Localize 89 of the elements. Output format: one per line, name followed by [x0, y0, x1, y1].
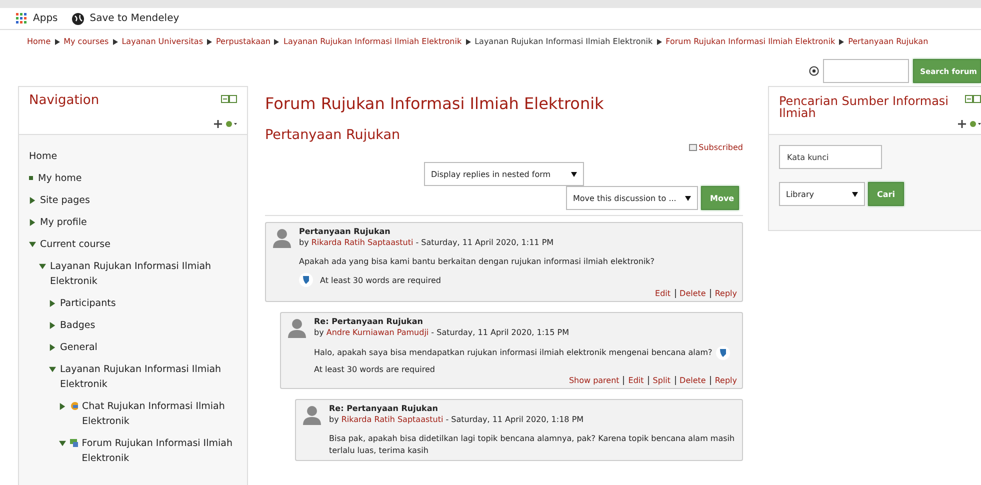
avatar-icon: [271, 227, 293, 249]
collapsed-arrow-icon[interactable]: [49, 322, 56, 329]
breadcrumb-link[interactable]: Home: [27, 37, 51, 46]
dropdown-caret-icon: [685, 196, 691, 200]
author-link[interactable]: Andre Kurniawan Pamudji: [326, 328, 429, 337]
dropdown-caret-icon: [852, 192, 858, 196]
post-message: Bisa pak, apakah bisa didetilkan lagi topik bencana alamnya, pak? Karena topik bencana alam masih terlalu luas, terima kasih: [329, 433, 736, 457]
bookmark-item[interactable]: Apps: [16, 13, 58, 24]
expanded-arrow-icon[interactable]: [39, 263, 46, 270]
move-icon[interactable]: [958, 120, 966, 128]
chat-icon: [70, 401, 78, 411]
breadcrumb-current: Layanan Rujukan Informasi Ilmiah Elektronik: [474, 37, 653, 46]
post-byline: by Rikarda Ratih Saptaastuti - Saturday, 11 April 2020, 1:11 PM: [299, 238, 555, 247]
forum-title: Forum Rujukan Informasi Ilmiah Elektronik: [265, 94, 605, 113]
collapsed-arrow-icon[interactable]: [29, 197, 36, 204]
post-action-link[interactable]: Reply: [714, 289, 737, 298]
expanded-arrow-icon[interactable]: [49, 366, 56, 373]
post-action-link[interactable]: Edit: [655, 289, 671, 298]
nav-link[interactable]: Current course: [40, 237, 110, 252]
post-byline: by Rikarda Ratih Saptaastuti - Saturday, 11 April 2020, 1:18 PM: [329, 415, 585, 424]
discussion-title: Pertanyaan Rujukan: [265, 127, 402, 143]
breadcrumb-link[interactable]: Layanan Universitas: [122, 37, 203, 46]
nav-link[interactable]: Forum Rujukan Informasi Ilmiah Elektronik: [82, 436, 237, 466]
post-action-link[interactable]: Edit: [628, 376, 644, 385]
dock-icon[interactable]: [965, 95, 981, 103]
shield-icon: [716, 346, 730, 360]
post-action-link[interactable]: Show parent: [568, 376, 620, 385]
nav-link[interactable]: Site pages: [40, 193, 90, 208]
post-subject: Pertanyaan Rujukan: [299, 227, 392, 236]
nav-link[interactable]: Participants: [60, 296, 116, 311]
notice-text: At least 30 words are required: [320, 276, 442, 284]
notice-text: At least 30 words are required: [314, 365, 436, 374]
move-discussion-select[interactable]: Move this discussion to ...: [566, 186, 698, 210]
breadcrumb-link[interactable]: Layanan Rujukan Informasi Ilmiah Elektronik: [283, 37, 462, 46]
breadcrumb-separator-icon: [207, 38, 212, 44]
bullet-icon: [29, 176, 34, 181]
post-byline: by Andre Kurniawan Pamudji - Saturday, 11 April 2020, 1:15 PM: [314, 328, 570, 337]
author-link[interactable]: Rikarda Ratih Saptaastuti: [341, 415, 444, 424]
keyword-field[interactable]: Kata kunci: [779, 145, 882, 169]
nav-link[interactable]: Chat Rujukan Informasi Ilmiah Elektronik: [82, 399, 237, 429]
post-message: Halo, apakah saya bisa mendapatkan rujukan informasi ilmiah elektronik mengenai bencana alam?: [314, 347, 712, 359]
post-message: Apakah ada yang bisa kami bantu berkaitan dengan rujukan informasi ilmiah elektronik?: [299, 256, 655, 268]
dock-icon[interactable]: [221, 95, 237, 103]
expanded-arrow-icon[interactable]: [29, 241, 36, 248]
avatar-icon: [286, 317, 308, 339]
checkbox-icon: [688, 144, 697, 151]
breadcrumb-separator-icon: [274, 38, 280, 44]
breadcrumb-link[interactable]: Forum Rujukan Informasi Ilmiah Elektronik: [666, 37, 836, 46]
forum-icon: [70, 438, 78, 448]
breadcrumb-link[interactable]: Perpustakaan: [216, 37, 270, 46]
collapsed-arrow-icon[interactable]: [59, 403, 66, 410]
breadcrumb-separator-icon: [839, 38, 844, 44]
post-action-link[interactable]: Split: [652, 376, 671, 385]
subscribed-link[interactable]: Subscribed: [688, 143, 743, 152]
post-subject: Re: Pertanyaan Rujukan: [314, 317, 424, 326]
post-subject: Re: Pertanyaan Rujukan: [329, 404, 439, 413]
collapsed-arrow-icon[interactable]: [29, 219, 36, 226]
nav-link[interactable]: Badges: [60, 318, 96, 333]
breadcrumb-separator-icon: [112, 38, 118, 44]
nav-link[interactable]: Layanan Rujukan Informasi Ilmiah Elektronik: [50, 259, 237, 289]
globe-icon: [72, 12, 84, 24]
shield-icon: [299, 273, 313, 287]
post-action-link[interactable]: Reply: [714, 376, 737, 385]
apps-grid-icon: [16, 13, 27, 24]
nav-link[interactable]: My profile: [40, 215, 87, 230]
author-link[interactable]: Rikarda Ratih Saptaastuti: [311, 238, 414, 247]
nav-link[interactable]: Layanan Rujukan Informasi Ilmiah Elektronik: [60, 362, 237, 392]
post-action-link[interactable]: Delete: [680, 376, 706, 385]
nav-link[interactable]: My home: [38, 171, 82, 186]
post-action-link[interactable]: Delete: [680, 289, 706, 298]
expanded-arrow-icon[interactable]: [59, 440, 66, 447]
block-title: Navigation: [29, 95, 100, 107]
move-icon[interactable]: [214, 120, 222, 128]
breadcrumb-separator-icon: [656, 38, 662, 44]
display-mode-select[interactable]: Display replies in nested form: [424, 162, 584, 186]
forum-search-field[interactable]: [823, 59, 910, 83]
avatar-icon: [301, 404, 323, 426]
bookmark-item[interactable]: Save to Mendeley: [72, 12, 180, 24]
dropdown-caret-icon: [571, 172, 577, 176]
breadcrumb-link[interactable]: Pertanyaan Rujukan: [848, 37, 928, 46]
nav-link[interactable]: General: [60, 340, 98, 355]
nav-link[interactable]: Home: [29, 149, 58, 164]
breadcrumb-separator-icon: [54, 38, 60, 44]
library-select[interactable]: Library: [779, 182, 865, 206]
breadcrumb-link[interactable]: My courses: [64, 37, 109, 46]
breadcrumb-separator-icon: [466, 38, 471, 44]
block-title: Pencarian Sumber Informasi Ilmiah: [779, 95, 950, 119]
collapsed-arrow-icon[interactable]: [49, 344, 56, 351]
collapsed-arrow-icon[interactable]: [49, 300, 56, 307]
